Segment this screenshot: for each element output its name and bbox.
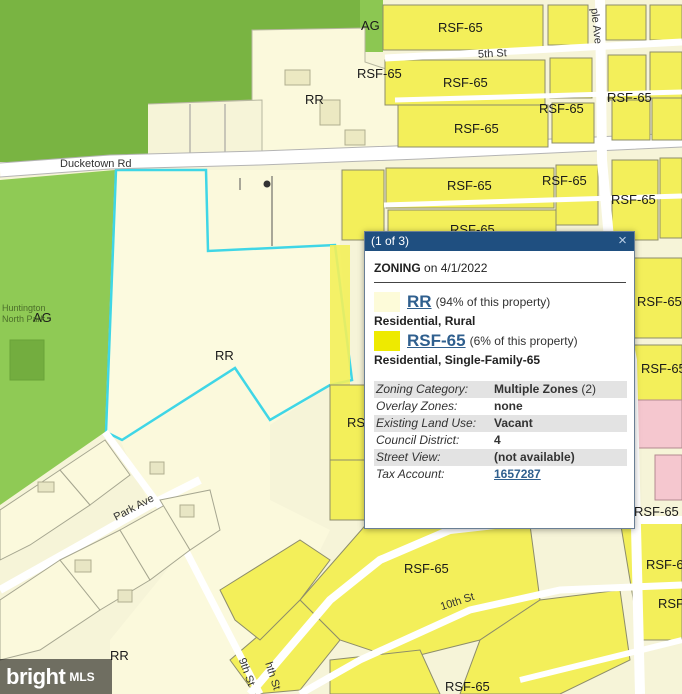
zone-label-rsf65: RSF-65 (357, 66, 402, 81)
zone-label-rr-parcel: RR (215, 348, 234, 363)
attribute-value: none (494, 399, 523, 413)
close-icon[interactable]: × (615, 232, 630, 251)
zone-label-rsf65: RSF-65 (646, 557, 682, 572)
attribute-key: Council District: (376, 433, 460, 447)
popup-header: (1 of 3) × (365, 232, 634, 251)
zone-row-rr: RR (94% of this property) (374, 291, 626, 313)
zone-link-rr[interactable]: RR (407, 292, 432, 312)
attribute-value: 1657287 (494, 466, 541, 483)
zone-description: Residential, Single-Family-65 (374, 353, 541, 367)
watermark-suffix: MLS (69, 669, 95, 684)
park-name-label: Huntington North Park (2, 303, 46, 324)
attribute-key: Zoning Category: (376, 382, 469, 396)
attribute-row: Council District: 4 (374, 432, 627, 449)
rsf-sliver (330, 245, 350, 385)
attribute-row: Zoning Category: Multiple Zones (2) (374, 381, 627, 398)
watermark-brand: bright (6, 663, 66, 689)
zone-link-rsf65[interactable]: RSF-65 (407, 331, 466, 351)
zoning-date: on 4/1/2022 (424, 261, 488, 275)
attribute-key: Tax Account: (376, 467, 445, 481)
attribute-key: Street View: (376, 450, 441, 464)
info-popup: (1 of 3) × ZONING on 4/1/2022 RR (94% of… (364, 231, 635, 529)
zone-label-rsf65: RSF-65 (454, 121, 499, 136)
rsf-blocks-north (382, 4, 682, 148)
zone-label-rsf65: RSF-65 (438, 20, 483, 35)
attribute-table: Zoning Category: Multiple Zones (2) Over… (374, 381, 627, 483)
zone-label-rsf65: RSF-65 (641, 361, 682, 376)
zone-label-rsf65: RSF-65 (658, 596, 682, 611)
zone-label-rsf65: RSF-65 (611, 192, 656, 207)
attribute-row: Existing Land Use: Vacant (374, 415, 627, 432)
attribute-value: Multiple Zones (2) (494, 382, 597, 396)
brightmls-watermark: bright MLS (0, 659, 112, 694)
zone-label-rsf65: RSF-65 (634, 504, 679, 519)
zone-swatch (374, 331, 400, 351)
tax-account-link[interactable]: 1657287 (494, 467, 541, 481)
attribute-value: Vacant (494, 416, 533, 430)
street-label-fifth: 5th St (477, 47, 508, 61)
popup-body: ZONING on 4/1/2022 RR (94% of this prope… (365, 251, 634, 483)
attribute-value: 4 (494, 433, 501, 447)
zone-label-rsf65: RSF-65 (404, 561, 449, 576)
zone-label-rs-partial: RS (347, 415, 366, 430)
zone-label-rsf65: RSF-65 (539, 101, 584, 116)
zone-label-ag-top: AG (361, 18, 380, 33)
zoning-label: ZONING (374, 261, 421, 275)
attribute-value: (not available) (494, 450, 575, 464)
zone-swatch (374, 292, 400, 312)
zone-label-rsf65: RSF-65 (443, 75, 488, 90)
zone-label-rr-top: RR (305, 92, 324, 107)
zone-label-rsf65: RSF-65 (542, 173, 587, 188)
zone-description: Residential, Rural (374, 314, 476, 328)
street-label-ducketown: Ducketown Rd (60, 158, 132, 170)
popup-page-count: (1 of 3) (371, 234, 410, 248)
zone-row-rsf65: RSF-65 (6% of this property) (374, 330, 626, 352)
attribute-row: Overlay Zones: none (374, 398, 627, 415)
attribute-key: Overlay Zones: (376, 399, 458, 413)
commercial-block (633, 399, 682, 449)
zone-percentage: (94% of this property) (435, 295, 551, 309)
park-field (9, 339, 45, 381)
zoning-heading: ZONING on 4/1/2022 (374, 261, 626, 283)
zone-label-rsf65: RSF-65 (637, 294, 682, 309)
zone-label-rsf65: RSF-65 (607, 90, 652, 105)
attribute-key: Existing Land Use: (376, 416, 477, 430)
zone-label-rsf65: RSF-65 (445, 679, 490, 694)
zone-percentage: (6% of this property) (469, 334, 578, 348)
zone-label-rr-bottom: RR (110, 648, 129, 663)
attribute-row: Street View: (not available) (374, 449, 627, 466)
attribute-row: Tax Account: 1657287 (374, 466, 627, 483)
zone-label-rsf65: RSF-65 (447, 178, 492, 193)
